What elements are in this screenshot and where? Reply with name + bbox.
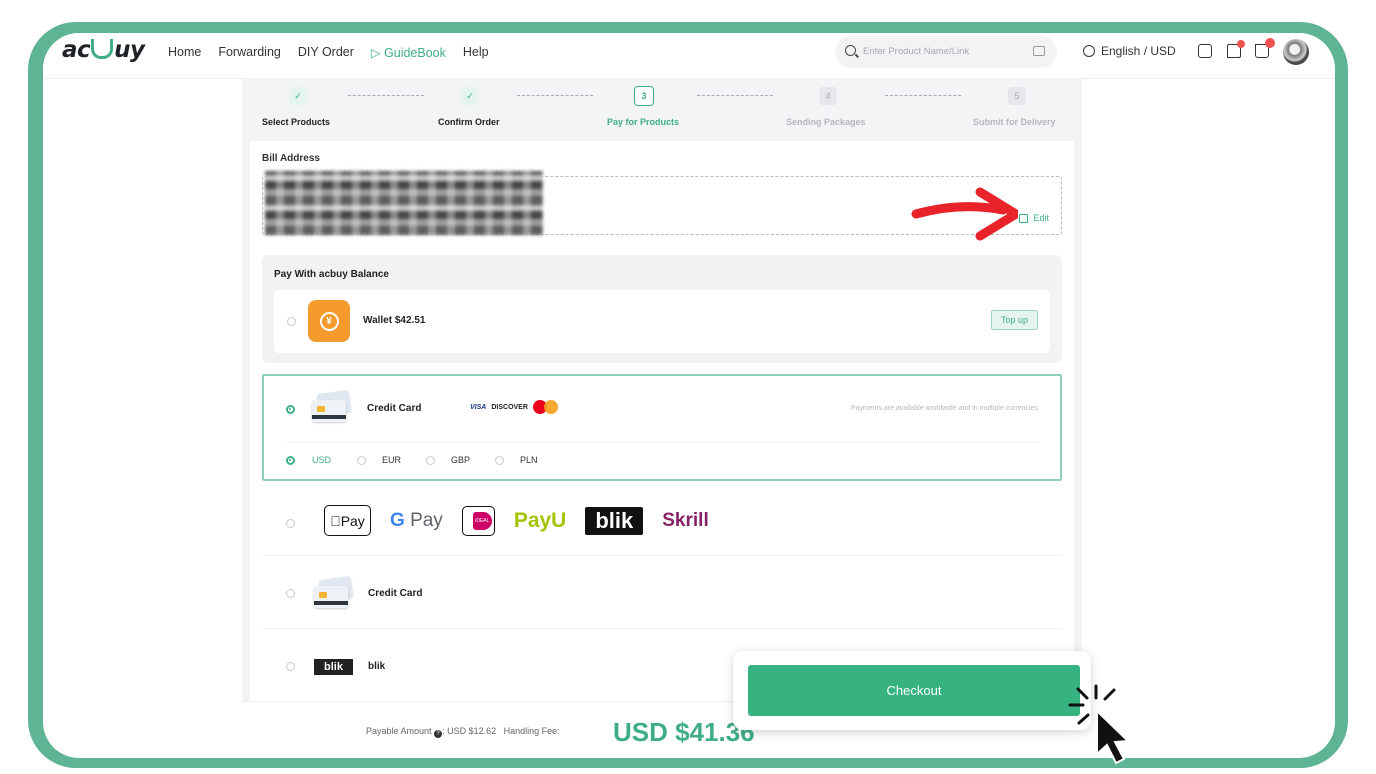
nav-home[interactable]: Home xyxy=(168,45,201,60)
wallet-logos: Pay G Pay iDEAL PayU blik Skrill xyxy=(324,505,709,536)
step-connector xyxy=(697,95,773,96)
message-badge xyxy=(1237,40,1245,48)
payable-amount-label: Payable Amount xyxy=(366,726,432,736)
step-connector xyxy=(348,95,424,96)
search-icon xyxy=(845,45,856,56)
annotation-arrow-icon xyxy=(911,187,1018,241)
step-connector xyxy=(885,95,961,96)
currency-pln[interactable]: PLN xyxy=(520,455,538,465)
edit-label: Edit xyxy=(1033,213,1049,223)
google-pay-logo: G Pay xyxy=(390,510,443,532)
wallet-radio[interactable] xyxy=(287,317,296,326)
bill-address-title: Bill Address xyxy=(262,153,320,164)
wallet-icon: ¥ xyxy=(308,300,350,342)
payable-summary: Payable Amount ?: USD $12.62 Handling Fe… xyxy=(366,726,560,738)
cart-badge xyxy=(1265,38,1275,48)
credit-card-option-selected[interactable]: Credit Card VISA DISCOVER Payments are a… xyxy=(262,374,1062,481)
google-pay-text: Pay xyxy=(410,509,443,531)
currency-radio-gbp[interactable] xyxy=(426,456,435,465)
search-input[interactable]: Enter Product Name/Link xyxy=(863,46,969,57)
step-1-check-icon: ✓ xyxy=(289,87,307,105)
balance-section: Pay With acbuy Balance ¥ Wallet $42.51 T… xyxy=(262,255,1062,363)
currency-radio-usd[interactable] xyxy=(286,456,295,465)
nav-diy-order[interactable]: DIY Order xyxy=(298,45,354,60)
blik-radio[interactable] xyxy=(286,662,295,671)
step-label-sending-packages: Sending Packages xyxy=(786,117,866,127)
blik-label: blik xyxy=(368,661,386,672)
acbuy-logo[interactable]: ac uy xyxy=(62,37,145,63)
info-icon[interactable]: ? xyxy=(434,730,443,738)
top-navbar: ac uy Home Forwarding DIY Order ▷ GuideBo… xyxy=(43,33,1335,79)
ideal-logo: iDEAL xyxy=(461,505,495,536)
language-label: English / USD xyxy=(1101,44,1176,58)
google-g: G xyxy=(390,509,405,531)
wallets-radio[interactable] xyxy=(286,519,295,528)
language-selector[interactable]: English / USD xyxy=(1083,44,1176,58)
currency-usd[interactable]: USD xyxy=(312,455,331,465)
nav-help[interactable]: Help xyxy=(463,45,489,60)
step-label-pay-for-products: Pay for Products xyxy=(607,117,680,127)
redacted-address xyxy=(265,171,543,235)
card-brands: VISA DISCOVER xyxy=(470,400,558,414)
step-connector xyxy=(517,95,593,96)
payable-amount-value: : USD $12.62 xyxy=(442,726,497,736)
credit-card-option[interactable]: Credit Card xyxy=(262,557,1062,629)
support-icon[interactable] xyxy=(1198,44,1212,58)
credit-card-icon xyxy=(314,575,354,608)
credit-card-icon xyxy=(312,389,352,422)
main-nav: Home Forwarding DIY Order ▷ GuideBook He… xyxy=(168,45,489,60)
globe-icon xyxy=(1083,45,1095,57)
nav-guidebook[interactable]: ▷ GuideBook xyxy=(371,45,446,60)
step-5-number: 5 xyxy=(1008,87,1026,105)
search-bar[interactable]: Enter Product Name/Link xyxy=(835,36,1057,68)
apple-pay-logo: Pay xyxy=(324,505,371,536)
wallets-option[interactable]: Pay G Pay iDEAL PayU blik Skrill xyxy=(262,491,1062,556)
balance-title: Pay With acbuy Balance xyxy=(274,269,389,280)
logo-b-mark xyxy=(91,39,114,59)
credit-card-2-radio[interactable] xyxy=(286,589,295,598)
currency-radio-pln[interactable] xyxy=(495,456,504,465)
top-up-button[interactable]: Top up xyxy=(990,310,1038,330)
ideal-text: iDEAL xyxy=(472,511,492,530)
step-4-number: 4 xyxy=(819,87,837,105)
step-label-submit-for-delivery: Submit for Delivery xyxy=(973,117,1056,127)
divider xyxy=(286,442,1038,443)
click-cursor-icon xyxy=(1068,684,1131,765)
step-label-select-products: Select Products xyxy=(262,117,331,127)
step-2-check-icon: ✓ xyxy=(461,87,479,105)
nav-forwarding[interactable]: Forwarding xyxy=(218,45,281,60)
step-3-number: 3 xyxy=(634,86,654,106)
image-search-icon[interactable] xyxy=(1033,46,1045,56)
credit-card-2-label: Credit Card xyxy=(368,588,423,599)
nav-guidebook-label: GuideBook xyxy=(384,46,446,60)
wallet-option[interactable]: ¥ Wallet $42.51 Top up xyxy=(274,290,1050,353)
currency-radio-eur[interactable] xyxy=(357,456,366,465)
mastercard-logo xyxy=(532,400,558,414)
edit-address-button[interactable]: Edit xyxy=(1019,213,1049,223)
visa-logo: VISA xyxy=(470,403,487,411)
credit-card-label: Credit Card xyxy=(367,403,422,414)
wallet-balance: Wallet $42.51 xyxy=(363,315,426,326)
user-avatar[interactable] xyxy=(1283,39,1309,65)
handling-fee-label: Handling Fee: xyxy=(503,726,560,736)
discover-logo: DISCOVER xyxy=(491,403,528,411)
step-label-confirm-order: Confirm Order xyxy=(438,117,500,127)
yen-icon: ¥ xyxy=(319,311,339,331)
currency-gbp[interactable]: GBP xyxy=(451,455,470,465)
payu-logo: PayU xyxy=(513,508,567,532)
credit-card-radio[interactable] xyxy=(286,405,295,414)
credit-card-note: Payments are available worldwide and in … xyxy=(850,405,1038,412)
currency-eur[interactable]: EUR xyxy=(382,455,401,465)
blik-logo: blik xyxy=(585,506,644,535)
apple-pay-text: Pay xyxy=(335,512,365,529)
edit-icon xyxy=(1019,213,1029,223)
skrill-logo: Skrill xyxy=(662,509,709,531)
blik-small-logo: blik xyxy=(314,659,353,675)
